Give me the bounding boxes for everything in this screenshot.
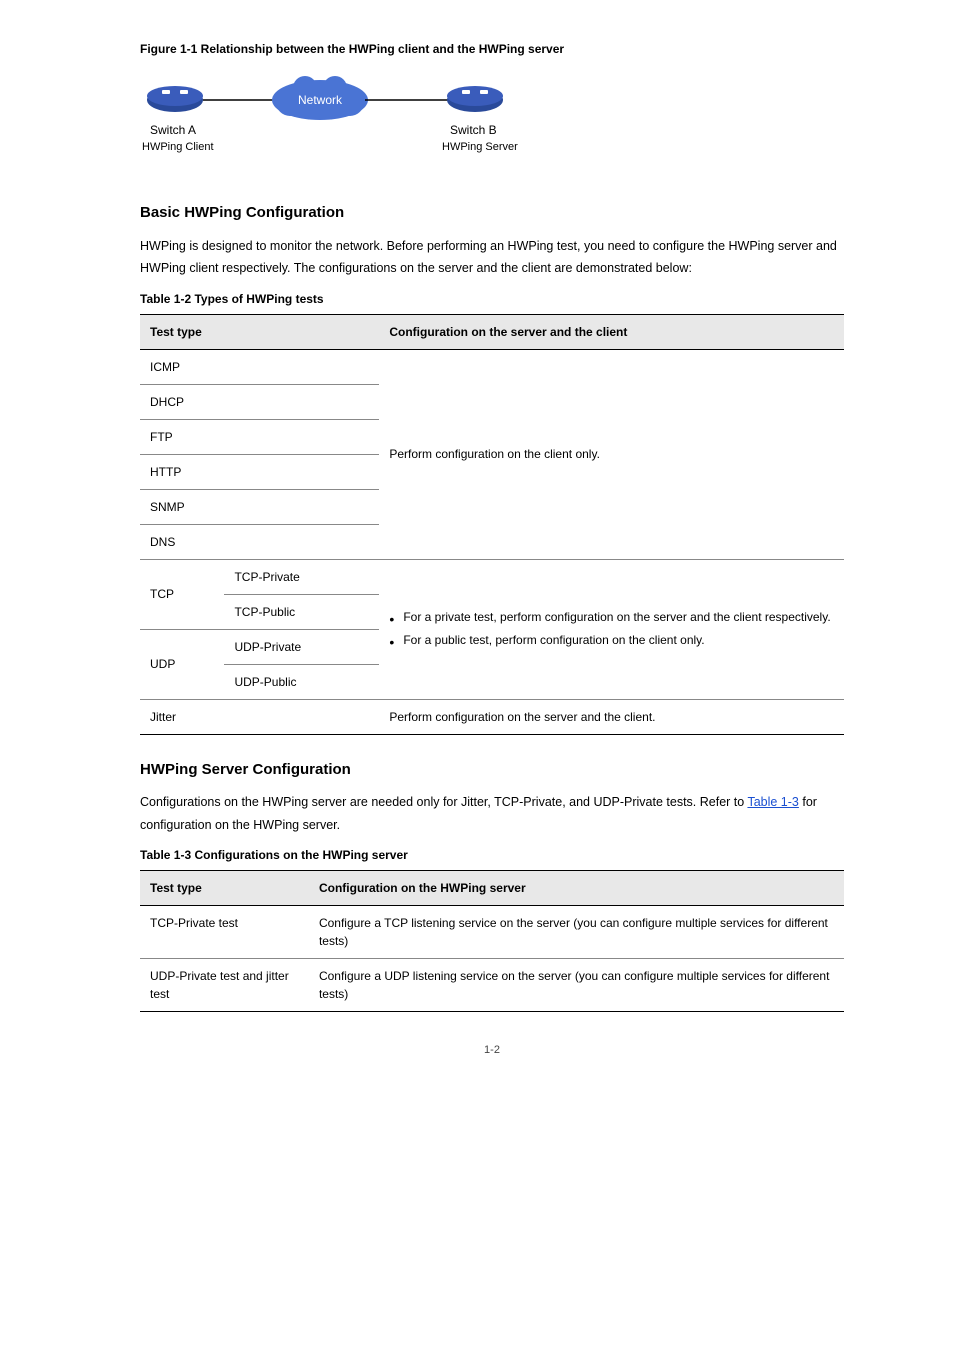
table1-cell: UDP-Private (224, 629, 379, 664)
table1-header-col1: Test type (140, 314, 379, 349)
network-label: Network (298, 93, 343, 107)
switch-a-icon (147, 86, 203, 112)
table1-cell: FTP (140, 419, 379, 454)
bullet-item: For a public test, perform configuration… (389, 631, 834, 650)
table1-cell: Jitter (140, 699, 379, 734)
client-a-label: HWPing Client (142, 141, 214, 153)
server-b-label: HWPing Server (442, 141, 518, 153)
network-cloud-icon: Network (272, 76, 368, 120)
section-title-basic: Basic HWPing Configuration (140, 202, 844, 225)
switch-a-label: Switch A (150, 123, 196, 137)
table1-cell: ICMP (140, 349, 379, 384)
section-para-server: Configurations on the HWPing server are … (140, 791, 844, 836)
table1-cell: HTTP (140, 454, 379, 489)
table2-cell: UDP-Private test and jitter test (140, 959, 309, 1012)
table-server-config: Test type Configuration on the HWPing se… (140, 870, 844, 1012)
table1-cell-right3: Perform configuration on the server and … (379, 699, 844, 734)
table1-cell: DNS (140, 524, 379, 559)
table2-header-col1: Test type (140, 871, 309, 906)
bullet-item: For a private test, perform configuratio… (389, 608, 834, 627)
table2-cell: TCP-Private test (140, 906, 309, 959)
switch-b-icon (447, 86, 503, 112)
network-diagram: Network Switch A HWPing Client Switch B … (140, 72, 844, 172)
table1-cell-right2: For a private test, perform configuratio… (379, 559, 844, 699)
switch-b-label: Switch B (450, 123, 497, 137)
table1-cell: TCP (140, 559, 224, 629)
table2-caption: Table 1-3 Configurations on the HWPing s… (140, 846, 844, 864)
table1-cell: UDP-Public (224, 664, 379, 699)
table1-cell: UDP (140, 629, 224, 699)
section-title-server: HWPing Server Configuration (140, 759, 844, 782)
table1-cell: TCP-Public (224, 594, 379, 629)
table1-caption: Table 1-2 Types of HWPing tests (140, 290, 844, 308)
table1-cell-right1: Perform configuration on the client only… (379, 349, 844, 559)
figure-caption: Figure 1-1 Relationship between the HWPi… (140, 40, 844, 58)
para-prefix: Configurations on the HWPing server are … (140, 795, 747, 809)
table1-header-col2: Configuration on the server and the clie… (379, 314, 844, 349)
table1-cell: SNMP (140, 489, 379, 524)
page-number: 1-2 (140, 1042, 844, 1059)
table2-header-col2: Configuration on the HWPing server (309, 871, 844, 906)
table2-cell: Configure a TCP listening service on the… (309, 906, 844, 959)
table-test-types: Test type Configuration on the server an… (140, 314, 844, 735)
section-para-basic: HWPing is designed to monitor the networ… (140, 235, 844, 280)
table1-cell: DHCP (140, 384, 379, 419)
table-link[interactable]: Table 1-3 (747, 795, 798, 809)
table1-cell: TCP-Private (224, 559, 379, 594)
table2-cell: Configure a UDP listening service on the… (309, 959, 844, 1012)
